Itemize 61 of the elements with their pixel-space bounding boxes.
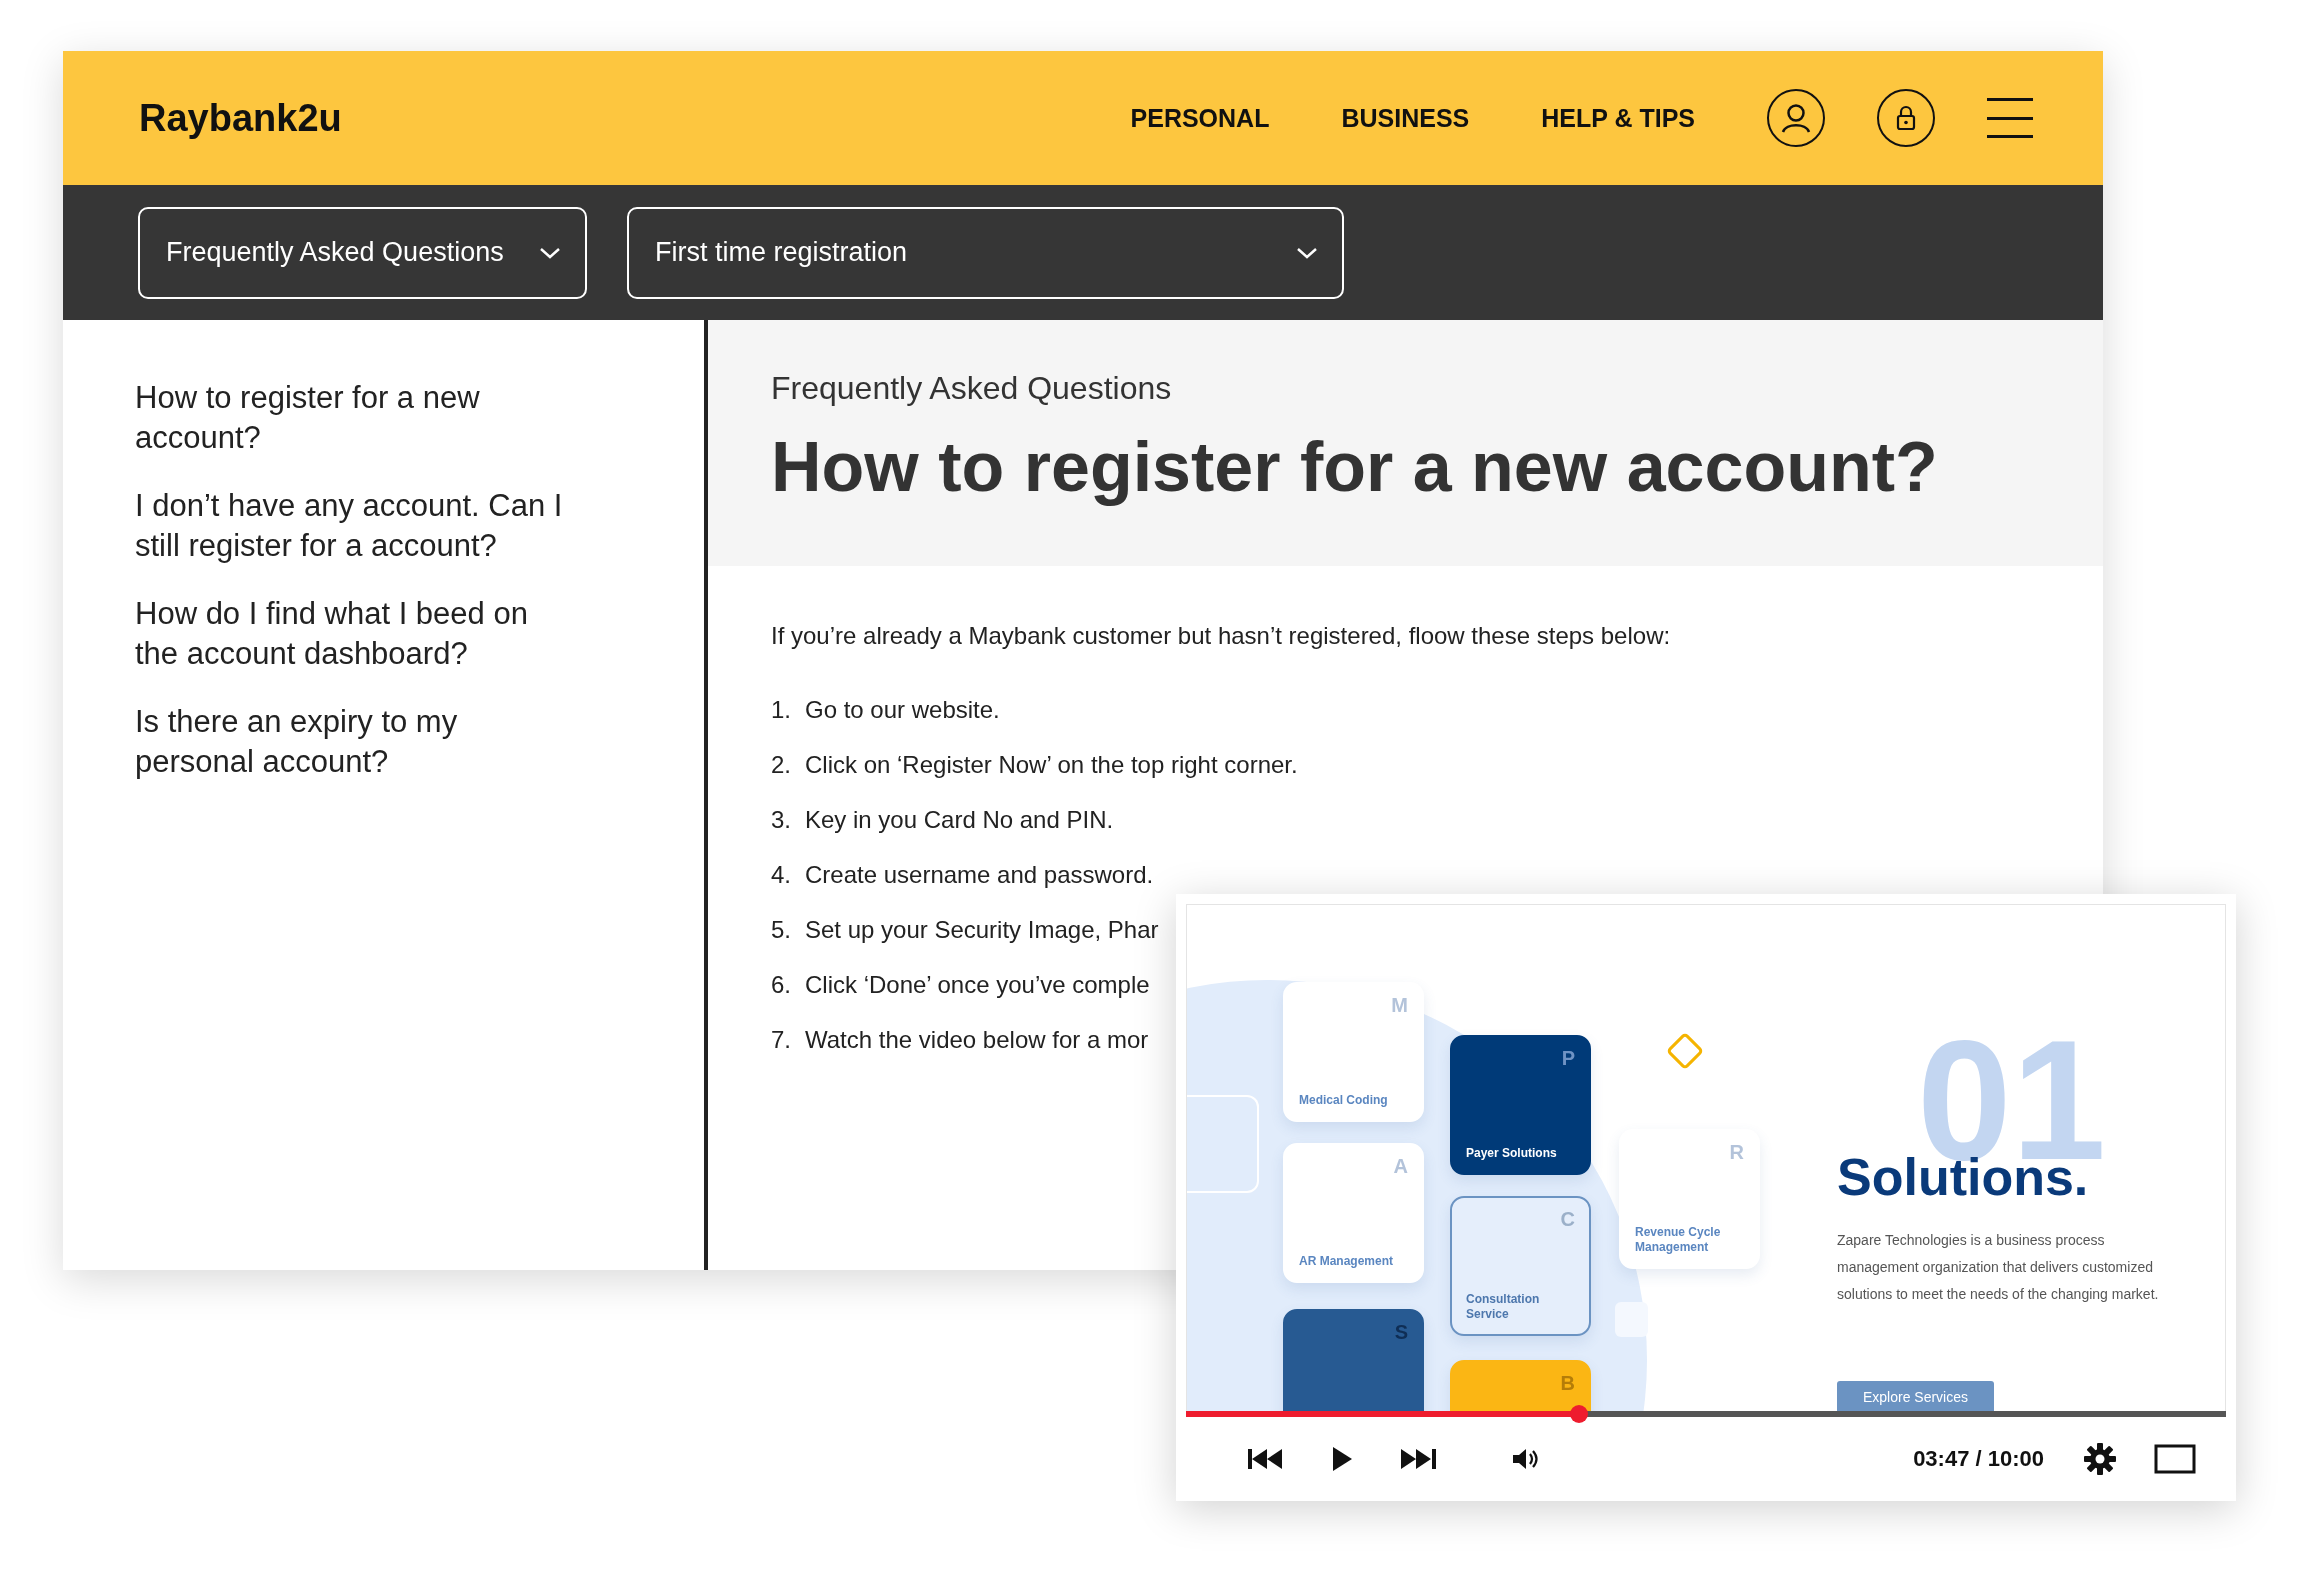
tile-label: Revenue Cycle Management [1635, 1225, 1722, 1255]
account-button[interactable] [1767, 89, 1825, 147]
tile-letter: S [1394, 1321, 1408, 1344]
previous-button[interactable] [1248, 1448, 1284, 1470]
settings-button[interactable] [2084, 1443, 2116, 1475]
nav-link[interactable]: BUSINESS [1341, 103, 1470, 133]
tile-label: Medical Coding [1299, 1093, 1389, 1108]
step-number: 6. [771, 971, 792, 1000]
chevron-down-icon [1296, 245, 1318, 260]
question-link[interactable]: Is there an expiry to my personal account? [135, 702, 565, 782]
step-number: 4. [771, 861, 792, 890]
next-button[interactable] [1400, 1448, 1436, 1470]
nav-link[interactable]: HELP & TIPS [1541, 103, 1695, 133]
site-logo[interactable]: Raybank2u [139, 96, 1131, 140]
step-number: 2. [771, 751, 792, 780]
step-text: Click ‘Done’ once you’ve comple [805, 971, 1150, 1000]
fullscreen-button[interactable] [2154, 1444, 2196, 1474]
tile-letter: A [1393, 1155, 1408, 1178]
fullscreen-icon [2154, 1444, 2196, 1474]
tile-letter: B [1560, 1372, 1575, 1395]
step-text: Key in you Card No and PIN. [805, 806, 1114, 835]
question-link[interactable]: How do I find what I beed on the account dashboard? [135, 594, 565, 674]
step-text: Click on ‘Register Now’ on the top right corner. [805, 751, 1298, 780]
skip-forward-icon [1400, 1448, 1436, 1470]
step-text: Set up your Security Image, Phar [805, 916, 1159, 945]
skip-back-icon [1248, 1448, 1284, 1470]
video-time: 03:47 / 10:00 [1913, 1446, 2044, 1472]
nav-link[interactable]: PERSONAL [1130, 103, 1270, 133]
step-number: 5. [771, 916, 792, 945]
volume-icon [1512, 1447, 1540, 1471]
dropdown[interactable]: First time registration [627, 206, 1344, 299]
tile-label: AR Management [1299, 1254, 1394, 1269]
tile-label: Payer Solutions [1466, 1146, 1558, 1161]
dropdown[interactable]: Frequently Asked Questions [138, 206, 587, 299]
volume-button[interactable] [1512, 1447, 1540, 1471]
play-button[interactable] [1332, 1447, 1352, 1471]
tile-letter: R [1729, 1141, 1744, 1164]
step-number: 7. [771, 1026, 792, 1055]
tile-letter: M [1391, 994, 1408, 1017]
menu-icon[interactable] [1987, 98, 2033, 138]
question-link[interactable]: I don’t have any account. Can I still register for a account? [135, 486, 565, 566]
settings-icon [2084, 1443, 2116, 1475]
play-icon [1332, 1447, 1352, 1471]
step-text: Watch the video below for a mor [805, 1026, 1149, 1055]
article-title: How to register for a new account? [771, 427, 1939, 507]
slide-text: Zapare Technologies is a business process management organization that delivers customized solutions to meet the needs of the changing market. [1837, 1231, 2160, 1304]
lock-icon [1895, 105, 1917, 131]
tile-letter: C [1560, 1208, 1575, 1231]
question-link[interactable]: How to register for a new account? [135, 378, 565, 458]
tile-letter: P [1561, 1047, 1575, 1070]
intro-text: If you’re already a Maybank customer but hasn’t registered, floow these steps below: [771, 622, 1672, 650]
step-text: Go to our website. [805, 696, 1000, 725]
step-number: 3. [771, 806, 792, 835]
step-number: 1. [771, 696, 792, 725]
small-square [1615, 1302, 1648, 1337]
tile-label: Consultation Service [1466, 1292, 1541, 1322]
progress-thumb[interactable] [1570, 1405, 1589, 1423]
login-button[interactable] [1877, 89, 1935, 147]
step-text: Create username and password. [805, 861, 1154, 890]
chevron-down-icon [539, 245, 561, 260]
section-label: Frequently Asked Questions [771, 370, 1173, 407]
